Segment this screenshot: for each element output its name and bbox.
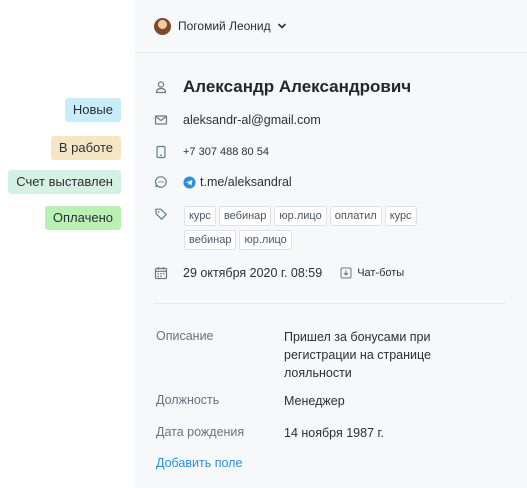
created-row: 29 октября 2020 г. 08:59 Чат-боты (154, 266, 404, 280)
source-chip: Чат-боты (340, 267, 404, 279)
field-value-birthdate[interactable]: 14 ноября 1987 г. (284, 424, 464, 442)
field-value-position[interactable]: Менеджер (284, 392, 464, 410)
telegram-icon (183, 175, 196, 189)
chat-icon (155, 176, 167, 188)
avatar (154, 17, 171, 35)
status-badge-paid[interactable]: Оплачено (44, 206, 121, 230)
tag[interactable]: оплатил (329, 206, 382, 226)
person-icon (155, 81, 167, 94)
status-column: Новые В работе Счет выставлен Оплачено (0, 0, 135, 488)
source-label: Чат-боты (357, 267, 405, 279)
tag[interactable]: юр.лицо (274, 206, 327, 226)
calendar-icon (154, 267, 168, 280)
bot-icon (340, 267, 352, 279)
telegram-link[interactable]: t.me/aleksandral (200, 175, 292, 189)
tag-icon (155, 208, 167, 220)
add-field-link[interactable]: Добавить поле (156, 456, 242, 470)
status-badge-in-work[interactable]: В работе (50, 136, 121, 160)
tag[interactable]: курс (384, 206, 417, 226)
telegram-row: t.me/aleksandral (154, 175, 292, 189)
phone-row: +7 307 488 80 54 (154, 145, 269, 159)
email-value[interactable]: aleksandr-al@gmail.com (183, 113, 321, 127)
tag[interactable]: вебинар (218, 206, 272, 226)
contact-name: Александр Александрович (183, 77, 412, 96)
field-value-description[interactable]: Пришел за бонусами при регистрации на ст… (284, 328, 464, 382)
tag[interactable]: вебинар (184, 230, 237, 250)
status-badge-invoice[interactable]: Счет выставлен (8, 170, 121, 194)
field-label-birthdate: Дата рождения (156, 425, 245, 439)
user-menu[interactable]: Погомий Леонид (154, 16, 287, 36)
tag[interactable]: курс (184, 206, 216, 226)
user-name: Погомий Леонид (178, 19, 271, 33)
tag[interactable]: юр.лицо (239, 230, 292, 250)
contact-panel: Погомий Леонид Александр Александрович a… (135, 0, 527, 488)
field-label-position: Должность (156, 393, 220, 407)
email-row: aleksandr-al@gmail.com (154, 113, 321, 127)
field-label-description: Описание (156, 329, 214, 343)
panel-header: Погомий Леонид (135, 0, 527, 53)
status-badge-new[interactable]: Новые (64, 98, 121, 122)
mail-icon (154, 115, 168, 125)
chevron-down-icon (277, 23, 286, 29)
phone-value[interactable]: +7 307 488 80 54 (183, 146, 269, 158)
tags-row-icon (154, 207, 183, 221)
tag-list: курс вебинар юр.лицо оплатил курс вебина… (184, 206, 464, 250)
divider (154, 303, 506, 304)
phone-icon (156, 145, 166, 159)
contact-name-row: Александр Александрович (154, 77, 411, 97)
created-date: 29 октября 2020 г. 08:59 (183, 266, 323, 280)
